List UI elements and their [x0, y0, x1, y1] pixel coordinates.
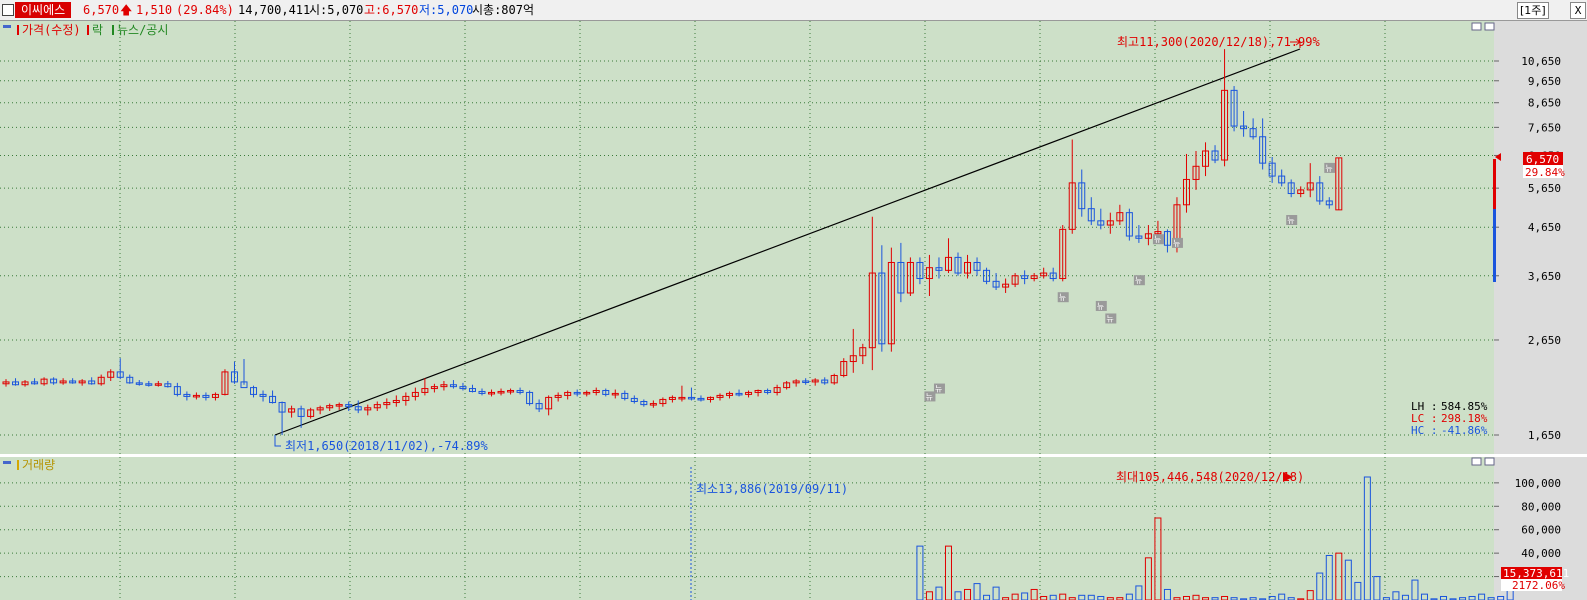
stock-name[interactable]: 이씨에스: [15, 2, 72, 18]
legend-news[interactable]: 뉴스/공시: [117, 23, 168, 37]
panel-minimize-icon[interactable]: [3, 25, 11, 28]
volume-restore-icon[interactable]: [1471, 457, 1482, 466]
current-price-tag: 6,570: [1526, 153, 1559, 166]
low-annotation: 최저1,650(2018/11/02),-74.89%: [285, 439, 488, 453]
volume-maximize-icon[interactable]: [1484, 457, 1495, 466]
min-volume-annotation: 최소13,886(2019/09/11): [696, 482, 848, 496]
select-checkbox[interactable]: [2, 4, 14, 16]
news-marker-label: 뉴: [1325, 164, 1332, 173]
legend-volume[interactable]: 거래량: [22, 458, 55, 472]
price-change: 1,510: [136, 3, 173, 17]
maximize-icon[interactable]: [1484, 22, 1495, 31]
trade-volume: 14,700,411: [238, 3, 311, 17]
news-legend-marker-icon: [112, 25, 114, 35]
max-volume-annotation: 최대105,446,548(2020/12/18): [1116, 470, 1304, 484]
price-tick-label: 7,650: [1528, 121, 1561, 134]
volume-tick-label: 40,000: [1521, 547, 1561, 560]
news-marker-label: 뉴: [1135, 276, 1142, 285]
news-marker-label: 뉴: [1097, 302, 1104, 311]
market-cap: 시총:807억: [472, 3, 535, 17]
chart-area: 가격(수정) 락 뉴스/공시 뉴뉴뉴뉴뉴뉴뉴 뉴뉴뉴 최고11,300(2020/…: [0, 21, 1587, 600]
price-change-pct: (29.84%): [176, 3, 234, 17]
news-marker-label: 뉴: [925, 392, 932, 401]
price-tick-label: 1,650: [1528, 429, 1561, 442]
close-button[interactable]: X: [1570, 2, 1586, 19]
current-volume-pct: 2172.06%: [1512, 579, 1565, 592]
news-marker-label: 뉴: [1106, 314, 1113, 323]
high-price: 고:6,570: [364, 3, 419, 17]
news-marker-label: 뉴: [1173, 239, 1180, 248]
volume-tick-label: 100,000: [1515, 477, 1561, 490]
legend-price[interactable]: 가격(수정): [22, 23, 81, 37]
current-price: 6,570: [83, 3, 120, 17]
volume-legend-marker-icon: [17, 460, 19, 470]
legend-lock[interactable]: 락: [92, 23, 103, 37]
panel-divider: [0, 454, 1587, 457]
low-price: 저:5,070: [419, 3, 474, 17]
news-marker-label: 뉴: [1154, 235, 1161, 244]
volume-minimize-icon[interactable]: [3, 461, 11, 464]
price-tick-label: 3,650: [1528, 270, 1561, 283]
volume-tick-label: 60,000: [1521, 524, 1561, 537]
up-arrow-icon: 🡅: [120, 3, 133, 17]
price-legend-marker-icon: [17, 25, 19, 35]
news-marker-label: 뉴: [935, 385, 942, 394]
price-tick-label: 9,650: [1528, 75, 1561, 88]
stock-header-bar: 이씨에스 6,570 🡅 1,510 (29.84%) 14,700,411 시…: [0, 0, 1587, 21]
restore-icon[interactable]: [1471, 22, 1482, 31]
price-tick-label: 4,650: [1528, 221, 1561, 234]
news-marker-label: 뉴: [1287, 216, 1294, 225]
volume-tick-label: 80,000: [1521, 500, 1561, 513]
price-tick-label: 8,650: [1528, 97, 1561, 110]
period-button[interactable]: [1주]: [1517, 2, 1549, 19]
price-tick-label: 10,650: [1521, 55, 1561, 68]
current-pct-tag: 29.84%: [1525, 166, 1565, 179]
price-tick-label: 2,650: [1528, 334, 1561, 347]
high-annotation: 최고11,300(2020/12/18),71.99%: [1117, 35, 1320, 49]
price-range-bar-down: [1493, 209, 1496, 282]
price-tick-label: 5,650: [1528, 182, 1561, 195]
price-range-bar-up: [1493, 159, 1496, 209]
stat-hc-value: -41.86%: [1441, 424, 1488, 437]
stat-hc-label: HC :: [1411, 424, 1438, 437]
news-marker-label: 뉴: [1059, 293, 1066, 302]
lock-legend-marker-icon: [87, 25, 89, 35]
open-price: 시:5,070: [309, 3, 364, 17]
